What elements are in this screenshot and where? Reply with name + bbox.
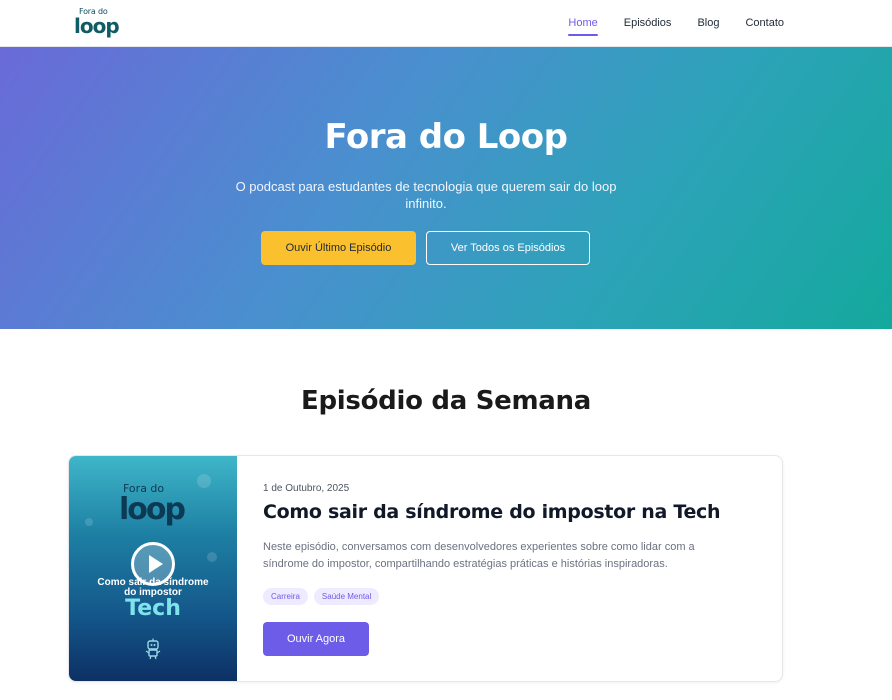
episode-description: Neste episódio, conversamos com desenvol… (263, 541, 695, 570)
site-header: Fora do loop Home Episódios Blog Contato (0, 0, 892, 47)
listen-latest-button[interactable]: Ouvir Último Episódio (261, 231, 416, 265)
tag-saude-mental[interactable]: Saúde Mental (313, 588, 380, 605)
hero-banner: Fora do Loop O podcast para estudantes d… (0, 47, 892, 329)
all-episodes-button[interactable]: Ver Todos os Episódios (426, 231, 590, 265)
nav-episodios[interactable]: Episódios (624, 16, 672, 30)
nav-home[interactable]: Home (568, 16, 599, 36)
thumb-title-tech: Tech (125, 596, 181, 621)
episode-date: 1 de Outubro, 2025 (263, 483, 350, 494)
logo-big-text: loop (74, 14, 120, 38)
robot-icon (145, 638, 161, 660)
decor-dot (207, 552, 217, 562)
thumb-logo-big: loop (119, 492, 186, 527)
listen-now-button[interactable]: Ouvir Agora (263, 622, 369, 656)
episode-card: Fora do loop Como sair da síndrome do im… (68, 455, 783, 682)
episode-thumbnail[interactable]: Fora do loop Como sair da síndrome do im… (69, 456, 237, 681)
hero-subtitle: O podcast para estudantes de tecnologia … (235, 179, 617, 211)
site-logo[interactable]: Fora do loop (72, 5, 120, 41)
episode-tags: Carreira Saúde Mental (263, 588, 380, 605)
section-title: Episódio da Semana (301, 386, 591, 416)
main-nav: Home Episódios Blog Contato (568, 0, 784, 46)
tag-carreira[interactable]: Carreira (263, 588, 308, 605)
decor-dot (85, 518, 93, 526)
hero-title: Fora do Loop (324, 117, 568, 157)
episode-title[interactable]: Como sair da síndrome do impostor na Tec… (263, 501, 721, 523)
nav-contato[interactable]: Contato (745, 16, 784, 30)
decor-dot (197, 474, 211, 488)
nav-blog[interactable]: Blog (697, 16, 719, 30)
